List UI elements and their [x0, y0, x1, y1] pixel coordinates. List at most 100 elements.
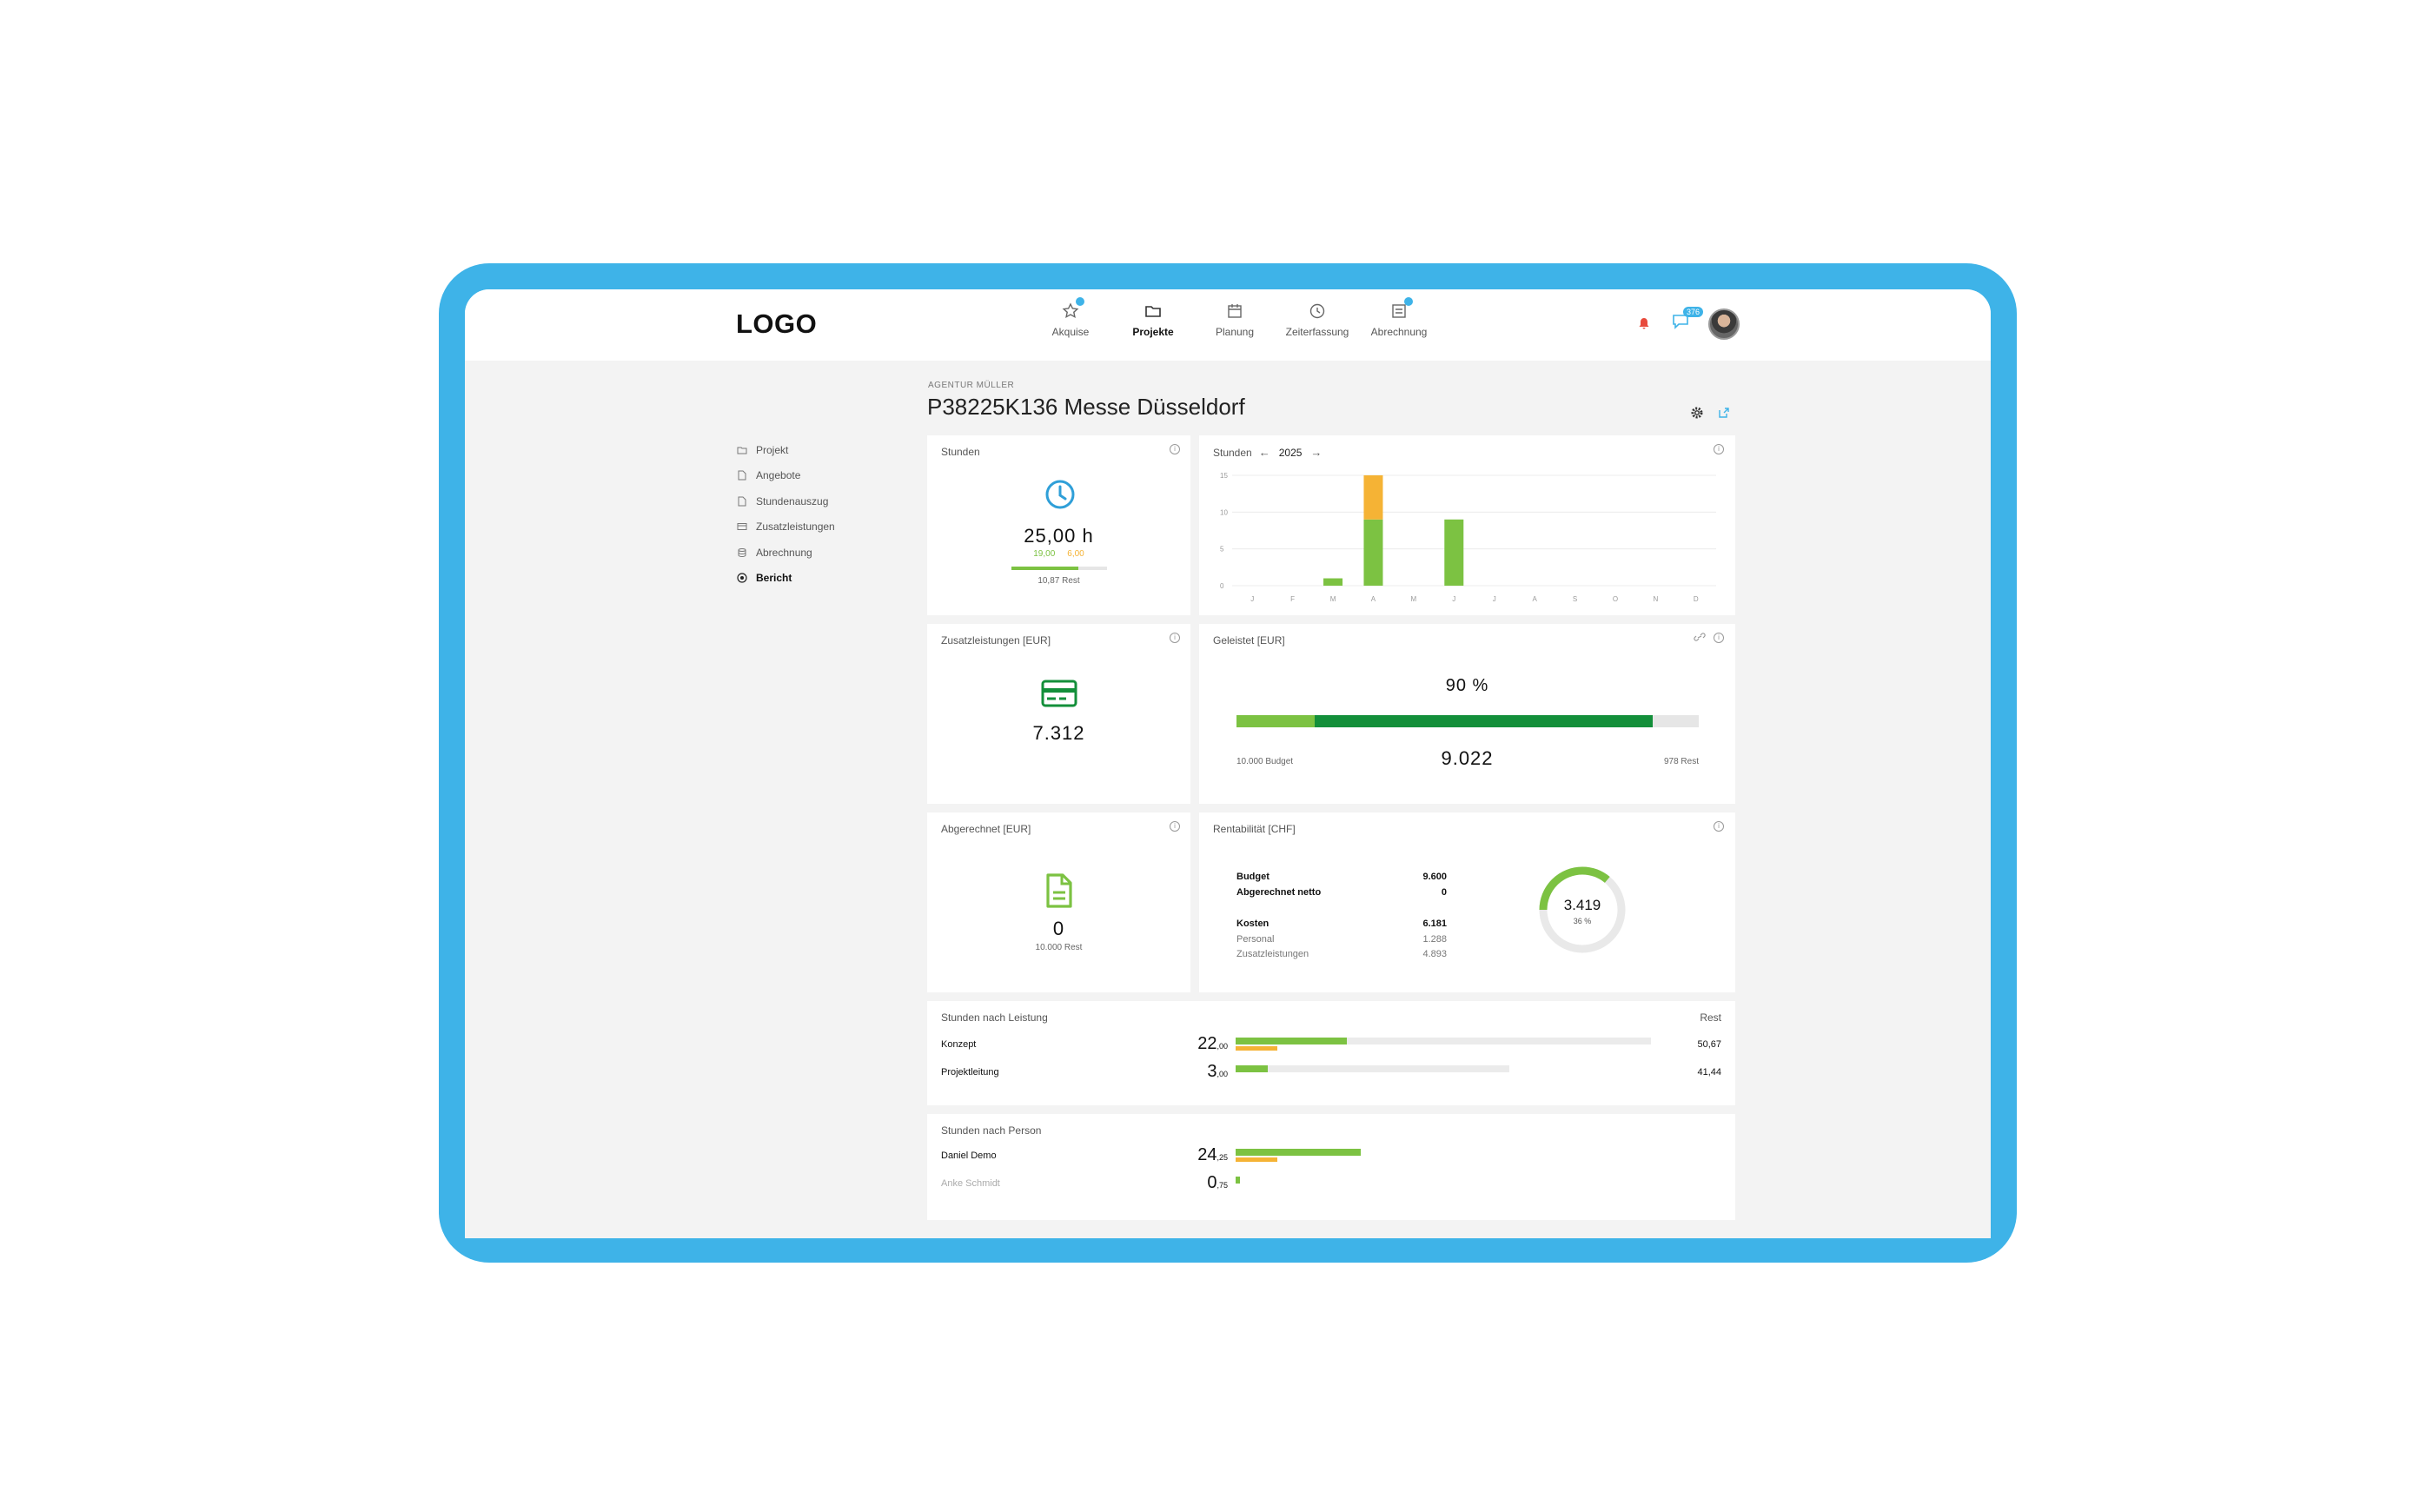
top-bar: LOGO Akquise Projekte Planung Zeiterfass… [465, 289, 1991, 361]
x-tick-label: D [1694, 595, 1699, 603]
hours-progress-fill [1011, 567, 1078, 570]
donut-value: 3.419 [1563, 897, 1601, 913]
x-tick-label: M [1411, 595, 1417, 603]
row-bar-green[interactable] [1236, 1177, 1241, 1184]
bar-green[interactable] [1363, 519, 1383, 586]
nav-abrechnung[interactable]: Abrechnung [1360, 297, 1438, 338]
performed-progress-light [1236, 715, 1316, 727]
database-icon [737, 547, 747, 558]
row-hours-dec: ,00 [1216, 1042, 1228, 1051]
profitability-label: Budget [1236, 872, 1270, 882]
page-title: P38225K136 Messe Düsseldorf [927, 394, 1245, 420]
nav-planung[interactable]: Planung [1196, 302, 1274, 338]
x-tick-label: N [1653, 595, 1658, 603]
chat-icon[interactable]: 376 [1671, 307, 1704, 333]
row-bar-green[interactable] [1236, 1065, 1269, 1072]
info-icon[interactable]: i [1170, 821, 1180, 832]
row-bar-green[interactable] [1236, 1149, 1362, 1156]
nav-projekte[interactable]: Projekte [1114, 302, 1192, 338]
bar-green[interactable] [1323, 578, 1343, 586]
link-icon[interactable] [1694, 632, 1706, 645]
row-label: Daniel Demo [941, 1151, 997, 1161]
profitability-label: Abgerechnet netto [1236, 887, 1322, 898]
sidebar-item-bericht[interactable]: Bericht [737, 566, 876, 592]
sidebar-item-label: Projekt [756, 443, 789, 456]
y-tick-label: 10 [1220, 508, 1228, 516]
row-hours: 3,00 [1136, 1062, 1228, 1082]
profitability-value: 9.600 [1422, 872, 1447, 882]
chat-count-badge: 376 [1683, 307, 1704, 317]
extra-services-value: 7.312 [1032, 722, 1085, 744]
x-tick-label: M [1330, 595, 1336, 603]
nav-zeiterfassung[interactable]: Zeiterfassung [1278, 302, 1356, 338]
performed-progress-dark [1315, 715, 1653, 727]
report-icon [737, 573, 747, 583]
x-tick-label: O [1613, 595, 1618, 603]
sidebar-item-label: Zusatzleistungen [756, 521, 835, 534]
performed-rest: 978 Rest [1663, 757, 1699, 766]
hours-rest: 10,87 Rest [1038, 576, 1080, 586]
row-bar-orange[interactable] [1236, 1046, 1278, 1051]
sidebar-item-zusatzleistungen[interactable]: Zusatzleistungen [737, 514, 876, 540]
rest-header: Rest [1700, 1011, 1721, 1024]
nav-label: Abrechnung [1370, 326, 1428, 338]
sidebar-item-stundenauszug[interactable]: Stundenauszug [737, 488, 876, 514]
document-icon [1044, 873, 1074, 912]
row-hours-int: 22 [1197, 1034, 1217, 1053]
hours-bar-chart: 15 10 5 0 J F M A M J J A S O N D [1220, 472, 1716, 603]
info-icon[interactable]: i [1170, 444, 1180, 454]
row-hours-int: 0 [1207, 1173, 1217, 1192]
x-tick-label: F [1290, 595, 1295, 603]
profitability-label: Personal [1236, 934, 1275, 945]
hours-chart-card: Stunden ← 2025 → i 15 10 5 0 J F M A M J J A S O N D [1199, 435, 1735, 615]
row-rest: 50,67 [1697, 1039, 1721, 1050]
performed-card: Geleistet [EUR] i 90 % 10.000 Budget 9.0… [1199, 624, 1735, 804]
row-hours: 24,25 [1136, 1145, 1228, 1165]
clock-icon [1044, 478, 1077, 515]
card-title: Geleistet [EUR] [1213, 634, 1285, 647]
folder-icon [737, 445, 747, 455]
bell-icon[interactable] [1638, 317, 1650, 329]
gear-icon[interactable] [1690, 406, 1704, 420]
device-frame: LOGO Akquise Projekte Planung Zeiterfass… [439, 263, 2017, 1263]
share-icon[interactable] [1717, 406, 1731, 420]
billed-card: Abgerechnet [EUR] i 0 10.000 Rest [927, 812, 1190, 992]
x-tick-label: A [1371, 595, 1376, 603]
sidebar-item-projekt[interactable]: Projekt [737, 437, 876, 463]
invoice-icon [1389, 297, 1413, 321]
star-icon [1061, 297, 1084, 321]
info-icon[interactable]: i [1714, 821, 1724, 832]
sidebar-item-angebote[interactable]: Angebote [737, 463, 876, 489]
bar-green[interactable] [1444, 519, 1464, 586]
row-bar-green[interactable] [1236, 1038, 1348, 1044]
row-hours-dec: ,00 [1216, 1070, 1228, 1078]
sidebar-item-abrechnung[interactable]: Abrechnung [737, 540, 876, 566]
profitability-card: Rentabilität [CHF] i Budget 9.600 Abgerech… [1199, 812, 1735, 992]
row-hours-dec: ,75 [1216, 1181, 1228, 1190]
bar-orange[interactable] [1363, 475, 1383, 520]
clock-icon [1308, 302, 1327, 321]
row-label: Konzept [941, 1039, 977, 1050]
project-sidebar: Projekt Angebote Stundenauszug Zusatzlei… [737, 437, 876, 591]
card-title: Stunden nach Leistung [941, 1011, 1048, 1024]
row-bar-orange[interactable] [1236, 1157, 1278, 1162]
y-tick-label: 15 [1220, 472, 1228, 480]
nav-label: Akquise [1051, 326, 1090, 338]
x-tick-label: S [1573, 595, 1577, 603]
info-icon[interactable]: i [1714, 633, 1724, 643]
logo[interactable]: LOGO [736, 308, 817, 340]
profitability-value: 6.181 [1422, 918, 1447, 929]
avatar[interactable] [1708, 308, 1740, 340]
row-label: Projektleitung [941, 1067, 999, 1078]
card-title: Zusatzleistungen [EUR] [941, 634, 1051, 647]
donut-percent: 36 % [1573, 917, 1592, 925]
profitability-label: Zusatzleistungen [1236, 949, 1309, 959]
nav-label: Projekte [1132, 326, 1174, 338]
card-title: Rentabilität [CHF] [1213, 823, 1296, 835]
folder-icon [1144, 302, 1163, 321]
card-title: Stunden [941, 446, 980, 458]
nav-akquise[interactable]: Akquise [1031, 297, 1110, 338]
info-icon[interactable]: i [1170, 633, 1180, 643]
hours-progress-track [1011, 567, 1107, 570]
nav-label: Planung [1215, 326, 1255, 338]
